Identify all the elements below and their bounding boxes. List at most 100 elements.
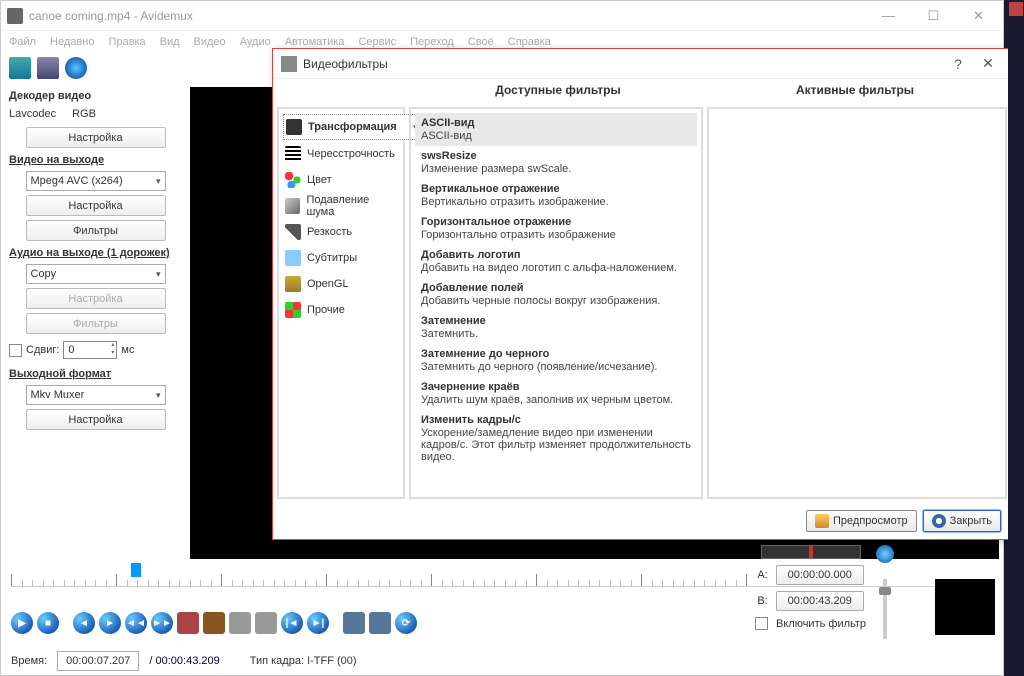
cat-misc[interactable]: Прочие bbox=[283, 297, 399, 323]
filter-desc: Добавить черные полосы вокруг изображени… bbox=[421, 295, 691, 307]
color-icon bbox=[285, 172, 301, 188]
enable-filter-checkbox[interactable] bbox=[755, 617, 768, 630]
filter-name: Добавить логотип bbox=[421, 249, 691, 261]
black-button[interactable] bbox=[229, 612, 251, 634]
filter-name: Горизонтальное отражение bbox=[421, 216, 691, 228]
filter-item[interactable]: Добавить логотипДобавить на видео логоти… bbox=[415, 245, 697, 278]
misc-icon bbox=[285, 302, 301, 318]
shift-checkbox[interactable] bbox=[9, 344, 22, 357]
filter-item[interactable]: ЗатемнениеЗатемнить. bbox=[415, 311, 697, 344]
next-frame-button[interactable]: ► bbox=[99, 612, 121, 634]
cat-opengl[interactable]: OpenGL bbox=[283, 271, 399, 297]
extra3-button[interactable]: ⟳ bbox=[395, 612, 417, 634]
cat-sharp[interactable]: Резкость bbox=[283, 219, 399, 245]
filter-item[interactable]: Добавление полейДобавить черные полосы в… bbox=[415, 278, 697, 311]
active-filters-list[interactable] bbox=[707, 107, 1007, 499]
available-filters-list[interactable]: ASCII-видASCII-видswsResizeИзменение раз… bbox=[409, 107, 703, 499]
time-label: Время: bbox=[11, 655, 47, 667]
cat-subs[interactable]: Субтитры bbox=[283, 245, 399, 271]
filter-desc: Горизонтально отразить изображение bbox=[421, 229, 691, 241]
audio-filters-button: Фильтры bbox=[26, 313, 166, 334]
b-label: B: bbox=[757, 595, 767, 607]
cat-transform[interactable]: Трансформация bbox=[283, 114, 423, 140]
menu-file[interactable]: Файл bbox=[9, 36, 36, 48]
menu-auto[interactable]: Автоматика bbox=[285, 36, 345, 48]
menu-help[interactable]: Справка bbox=[508, 36, 551, 48]
opengl-icon bbox=[285, 276, 301, 292]
filter-item[interactable]: Горизонтальное отражениеГоризонтально от… bbox=[415, 212, 697, 245]
cat-noise[interactable]: Подавление шума bbox=[283, 193, 399, 219]
stop-button[interactable]: ■ bbox=[37, 612, 59, 634]
cat-color[interactable]: Цвет bbox=[283, 167, 399, 193]
menu-audio[interactable]: Аудио bbox=[240, 36, 271, 48]
menu-video[interactable]: Видео bbox=[194, 36, 226, 48]
menu-tools[interactable]: Сервис bbox=[358, 36, 396, 48]
volume-slider[interactable] bbox=[883, 579, 887, 639]
menu-view[interactable]: Вид bbox=[160, 36, 180, 48]
filter-item[interactable]: Затемнение до черногоЗатемнить до черног… bbox=[415, 344, 697, 377]
play-button[interactable]: ▶ bbox=[11, 612, 33, 634]
open-icon[interactable] bbox=[9, 57, 31, 79]
speaker-icon[interactable] bbox=[876, 545, 894, 563]
menu-edit[interactable]: Правка bbox=[108, 36, 145, 48]
time-current[interactable]: 00:00:07.207 bbox=[57, 651, 139, 671]
filter-item[interactable]: swsResizeИзменение размера swScale. bbox=[415, 146, 697, 179]
menu-custom[interactable]: Своё bbox=[468, 36, 494, 48]
time-total: / 00:00:43.209 bbox=[149, 655, 219, 667]
shift-input[interactable]: 0 bbox=[63, 341, 117, 359]
extra1-button[interactable] bbox=[343, 612, 365, 634]
mark-a-button[interactable] bbox=[177, 612, 199, 634]
status-bar: Время: 00:00:07.207 / 00:00:43.209 Тип к… bbox=[11, 649, 357, 673]
a-label: A: bbox=[757, 569, 767, 581]
close-button[interactable]: ✕ bbox=[956, 1, 1001, 30]
right-panel: A:00:00:00.000 B:00:00:43.209 Включить ф… bbox=[755, 545, 995, 655]
dialog-close-button[interactable]: ✕ bbox=[973, 55, 1003, 72]
filter-desc: Затемнить. bbox=[421, 328, 691, 340]
dialog-help-button[interactable]: ? bbox=[943, 56, 973, 72]
dialog-titlebar[interactable]: Видеофильтры ? ✕ bbox=[273, 49, 1011, 79]
muxer-select[interactable]: Mkv Muxer bbox=[26, 385, 166, 405]
filter-name: Затемнение bbox=[421, 315, 691, 327]
decoder-configure-button[interactable]: Настройка bbox=[26, 127, 166, 148]
preview-button[interactable]: Предпросмотр bbox=[806, 510, 917, 532]
filter-item[interactable]: Вертикальное отражениеВертикально отрази… bbox=[415, 179, 697, 212]
tray-icon[interactable] bbox=[1009, 2, 1023, 16]
frame-type: Тип кадра: I-TFF (00) bbox=[250, 655, 357, 667]
titlebar[interactable]: canoe coming.mp4 - Avidemux — ☐ ✕ bbox=[1, 1, 1003, 31]
filter-item[interactable]: Зачернение краёвУдалить шум краёв, запол… bbox=[415, 377, 697, 410]
decoder-cs: RGB bbox=[72, 108, 96, 120]
close-dialog-button[interactable]: Закрыть bbox=[923, 510, 1001, 532]
playhead[interactable] bbox=[131, 563, 141, 577]
mark-b-button[interactable] bbox=[203, 612, 225, 634]
window-title: canoe coming.mp4 - Avidemux bbox=[29, 9, 866, 23]
filter-item[interactable]: Изменить кадры/сУскорение/замедление вид… bbox=[415, 410, 697, 467]
available-header: Доступные фильтры bbox=[411, 83, 705, 97]
decoder-name: Lavcodec bbox=[9, 108, 56, 120]
black2-button[interactable] bbox=[255, 612, 277, 634]
filter-item[interactable]: ASCII-видASCII-вид bbox=[415, 113, 697, 146]
next-key-button[interactable]: ►► bbox=[151, 612, 173, 634]
last-frame-button[interactable]: ►| bbox=[307, 612, 329, 634]
muxer-configure-button[interactable]: Настройка bbox=[26, 409, 166, 430]
volume-bar[interactable] bbox=[761, 545, 861, 559]
video-codec-select[interactable]: Mpeg4 AVC (x264) bbox=[26, 171, 166, 191]
b-time[interactable]: 00:00:43.209 bbox=[776, 591, 864, 611]
minimize-button[interactable]: — bbox=[866, 1, 911, 30]
maximize-button[interactable]: ☐ bbox=[911, 1, 956, 30]
menu-recent[interactable]: Недавно bbox=[50, 36, 94, 48]
prev-frame-button[interactable]: ◄ bbox=[73, 612, 95, 634]
noise-icon bbox=[285, 198, 300, 214]
app-icon bbox=[7, 8, 23, 24]
menu-go[interactable]: Переход bbox=[410, 36, 454, 48]
audio-codec-select[interactable]: Copy bbox=[26, 264, 166, 284]
video-configure-button[interactable]: Настройка bbox=[26, 195, 166, 216]
extra2-button[interactable] bbox=[369, 612, 391, 634]
a-time[interactable]: 00:00:00.000 bbox=[776, 565, 864, 585]
video-filters-button[interactable]: Фильтры bbox=[26, 220, 166, 241]
prev-key-button[interactable]: ◄◄ bbox=[125, 612, 147, 634]
first-frame-button[interactable]: |◄ bbox=[281, 612, 303, 634]
cat-interlace[interactable]: Чересстрочность bbox=[283, 141, 399, 167]
shift-label: Сдвиг: bbox=[26, 344, 59, 356]
info-icon[interactable] bbox=[65, 57, 87, 79]
save-icon[interactable] bbox=[37, 57, 59, 79]
